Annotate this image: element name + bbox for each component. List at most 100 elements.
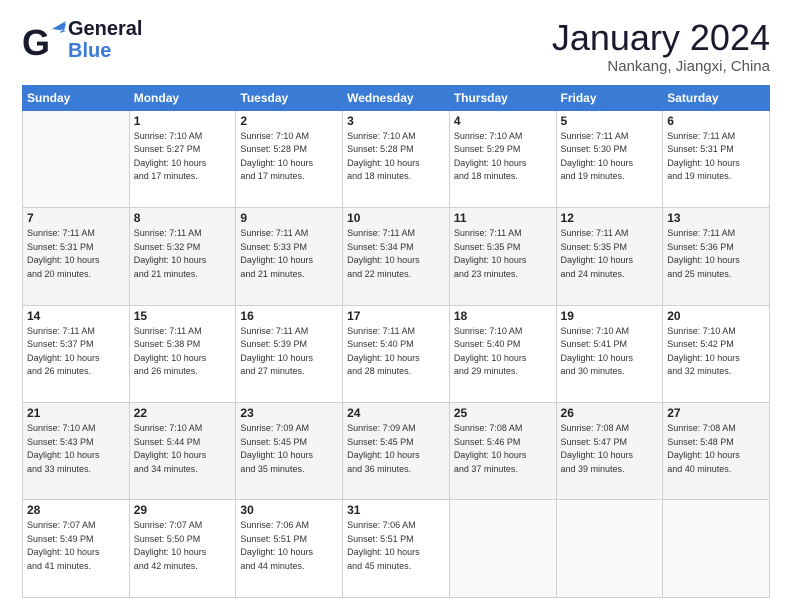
day-info: Sunrise: 7:10 AMSunset: 5:43 PMDaylight:… <box>27 422 125 476</box>
day-number: 27 <box>667 406 765 420</box>
day-number: 3 <box>347 114 445 128</box>
calendar-week-row: 21 Sunrise: 7:10 AMSunset: 5:43 PMDayligh… <box>23 403 770 500</box>
calendar-cell <box>663 500 770 598</box>
calendar-cell: 10 Sunrise: 7:11 AMSunset: 5:34 PMDayligh… <box>343 208 450 305</box>
header: G General Blue January 2024 Nankang, Jia… <box>22 18 770 75</box>
calendar-cell: 30 Sunrise: 7:06 AMSunset: 5:51 PMDayligh… <box>236 500 343 598</box>
calendar-cell <box>556 500 663 598</box>
calendar-cell: 18 Sunrise: 7:10 AMSunset: 5:40 PMDayligh… <box>449 305 556 402</box>
calendar-cell: 9Sunrise: 7:11 AMSunset: 5:33 PMDaylight… <box>236 208 343 305</box>
day-number: 11 <box>454 211 552 225</box>
calendar-cell: 1 Sunrise: 7:10 AMSunset: 5:27 PMDaylight… <box>129 110 236 207</box>
day-info: Sunrise: 7:11 AMSunset: 5:35 PMDaylight:… <box>561 227 659 281</box>
calendar-cell: 5Sunrise: 7:11 AMSunset: 5:30 PMDaylight… <box>556 110 663 207</box>
calendar-cell: 7Sunrise: 7:11 AMSunset: 5:31 PMDaylight… <box>23 208 130 305</box>
calendar-cell <box>23 110 130 207</box>
day-header-saturday: Saturday <box>663 85 770 110</box>
day-info: Sunrise: 7:06 AMSunset: 5:51 PMDaylight:… <box>240 519 338 573</box>
day-info: Sunrise: 7:08 AMSunset: 5:47 PMDaylight:… <box>561 422 659 476</box>
day-info: Sunrise: 7:07 AMSunset: 5:50 PMDaylight:… <box>134 519 232 573</box>
day-number: 25 <box>454 406 552 420</box>
day-info: Sunrise: 7:11 AMSunset: 5:40 PMDaylight:… <box>347 325 445 379</box>
day-header-wednesday: Wednesday <box>343 85 450 110</box>
calendar-cell: 22Sunrise: 7:10 AMSunset: 5:44 PMDayligh… <box>129 403 236 500</box>
day-info: Sunrise: 7:11 AMSunset: 5:31 PMDaylight:… <box>667 130 765 184</box>
calendar-cell: 27 Sunrise: 7:08 AMSunset: 5:48 PMDayligh… <box>663 403 770 500</box>
day-header-friday: Friday <box>556 85 663 110</box>
day-info: Sunrise: 7:10 AMSunset: 5:28 PMDaylight:… <box>347 130 445 184</box>
location: Nankang, Jiangxi, China <box>552 58 770 75</box>
calendar-cell: 31Sunrise: 7:06 AMSunset: 5:51 PMDayligh… <box>343 500 450 598</box>
day-number: 20 <box>667 309 765 323</box>
day-info: Sunrise: 7:11 AMSunset: 5:36 PMDaylight:… <box>667 227 765 281</box>
day-number: 19 <box>561 309 659 323</box>
calendar-cell: 29Sunrise: 7:07 AMSunset: 5:50 PMDayligh… <box>129 500 236 598</box>
day-number: 6 <box>667 114 765 128</box>
day-header-thursday: Thursday <box>449 85 556 110</box>
day-info: Sunrise: 7:10 AMSunset: 5:40 PMDaylight:… <box>454 325 552 379</box>
day-info: Sunrise: 7:08 AMSunset: 5:48 PMDaylight:… <box>667 422 765 476</box>
title-block: January 2024 Nankang, Jiangxi, China <box>552 18 770 75</box>
day-number: 15 <box>134 309 232 323</box>
calendar-table: SundayMondayTuesdayWednesdayThursdayFrid… <box>22 85 770 598</box>
logo-blue: Blue <box>68 40 142 62</box>
day-info: Sunrise: 7:07 AMSunset: 5:49 PMDaylight:… <box>27 519 125 573</box>
day-info: Sunrise: 7:10 AMSunset: 5:41 PMDaylight:… <box>561 325 659 379</box>
month-title: January 2024 <box>552 18 770 58</box>
day-info: Sunrise: 7:09 AMSunset: 5:45 PMDaylight:… <box>240 422 338 476</box>
day-number: 10 <box>347 211 445 225</box>
day-info: Sunrise: 7:10 AMSunset: 5:44 PMDaylight:… <box>134 422 232 476</box>
day-number: 18 <box>454 309 552 323</box>
day-header-tuesday: Tuesday <box>236 85 343 110</box>
day-number: 31 <box>347 503 445 517</box>
calendar-cell: 23 Sunrise: 7:09 AMSunset: 5:45 PMDayligh… <box>236 403 343 500</box>
day-number: 7 <box>27 211 125 225</box>
day-number: 23 <box>240 406 338 420</box>
day-info: Sunrise: 7:11 AMSunset: 5:34 PMDaylight:… <box>347 227 445 281</box>
calendar-cell: 24Sunrise: 7:09 AMSunset: 5:45 PMDayligh… <box>343 403 450 500</box>
day-number: 28 <box>27 503 125 517</box>
calendar-cell: 8 Sunrise: 7:11 AMSunset: 5:32 PMDaylight… <box>129 208 236 305</box>
calendar-cell: 13 Sunrise: 7:11 AMSunset: 5:36 PMDayligh… <box>663 208 770 305</box>
day-info: Sunrise: 7:10 AMSunset: 5:42 PMDaylight:… <box>667 325 765 379</box>
day-info: Sunrise: 7:11 AMSunset: 5:37 PMDaylight:… <box>27 325 125 379</box>
day-info: Sunrise: 7:08 AMSunset: 5:46 PMDaylight:… <box>454 422 552 476</box>
day-number: 4 <box>454 114 552 128</box>
logo: G General Blue <box>22 18 142 62</box>
day-info: Sunrise: 7:09 AMSunset: 5:45 PMDaylight:… <box>347 422 445 476</box>
day-info: Sunrise: 7:10 AMSunset: 5:29 PMDaylight:… <box>454 130 552 184</box>
day-info: Sunrise: 7:11 AMSunset: 5:39 PMDaylight:… <box>240 325 338 379</box>
calendar-cell: 4 Sunrise: 7:10 AMSunset: 5:29 PMDaylight… <box>449 110 556 207</box>
calendar-cell: 6 Sunrise: 7:11 AMSunset: 5:31 PMDaylight… <box>663 110 770 207</box>
logo-general: General <box>68 18 142 40</box>
calendar-week-row: 28 Sunrise: 7:07 AMSunset: 5:49 PMDayligh… <box>23 500 770 598</box>
calendar-cell: 12 Sunrise: 7:11 AMSunset: 5:35 PMDayligh… <box>556 208 663 305</box>
day-number: 14 <box>27 309 125 323</box>
day-number: 12 <box>561 211 659 225</box>
day-info: Sunrise: 7:10 AMSunset: 5:27 PMDaylight:… <box>134 130 232 184</box>
calendar-week-row: 1 Sunrise: 7:10 AMSunset: 5:27 PMDaylight… <box>23 110 770 207</box>
day-number: 21 <box>27 406 125 420</box>
day-number: 30 <box>240 503 338 517</box>
day-number: 17 <box>347 309 445 323</box>
day-header-monday: Monday <box>129 85 236 110</box>
day-number: 8 <box>134 211 232 225</box>
calendar-week-row: 7Sunrise: 7:11 AMSunset: 5:31 PMDaylight… <box>23 208 770 305</box>
calendar-cell: 28 Sunrise: 7:07 AMSunset: 5:49 PMDayligh… <box>23 500 130 598</box>
svg-text:G: G <box>22 22 50 59</box>
calendar-cell: 20 Sunrise: 7:10 AMSunset: 5:42 PMDayligh… <box>663 305 770 402</box>
calendar-week-row: 14 Sunrise: 7:11 AMSunset: 5:37 PMDayligh… <box>23 305 770 402</box>
day-number: 2 <box>240 114 338 128</box>
day-number: 26 <box>561 406 659 420</box>
calendar-cell: 15Sunrise: 7:11 AMSunset: 5:38 PMDayligh… <box>129 305 236 402</box>
calendar-cell: 11 Sunrise: 7:11 AMSunset: 5:35 PMDayligh… <box>449 208 556 305</box>
day-number: 13 <box>667 211 765 225</box>
day-info: Sunrise: 7:11 AMSunset: 5:35 PMDaylight:… <box>454 227 552 281</box>
logo-icon: G <box>22 21 66 59</box>
page: G General Blue January 2024 Nankang, Jia… <box>0 0 792 612</box>
calendar-cell: 16Sunrise: 7:11 AMSunset: 5:39 PMDayligh… <box>236 305 343 402</box>
day-number: 1 <box>134 114 232 128</box>
day-info: Sunrise: 7:11 AMSunset: 5:32 PMDaylight:… <box>134 227 232 281</box>
calendar-cell: 3 Sunrise: 7:10 AMSunset: 5:28 PMDaylight… <box>343 110 450 207</box>
calendar-header-row: SundayMondayTuesdayWednesdayThursdayFrid… <box>23 85 770 110</box>
